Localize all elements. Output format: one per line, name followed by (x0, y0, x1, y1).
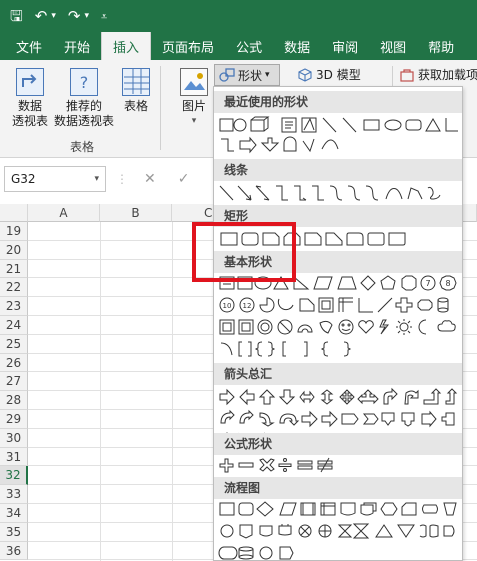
svg-text:8: 8 (445, 279, 450, 288)
shapes-icon (219, 68, 235, 82)
svg-text:10: 10 (223, 302, 232, 310)
3d-model-icon (298, 67, 312, 82)
ribbon-tabs: 文件 开始 插入 页面布局 公式 数据 审阅 视图 帮助 (0, 32, 477, 60)
ribbon-separator (160, 66, 161, 150)
store-icon (400, 68, 414, 82)
get-addins-button[interactable]: 获取加载项 (400, 66, 477, 83)
svg-text:?: ? (79, 73, 88, 92)
chevron-down-icon[interactable]: ▾ (94, 174, 99, 184)
grid-line (100, 222, 101, 561)
svg-text:12: 12 (243, 302, 252, 310)
tab-insert[interactable]: 插入 (101, 32, 152, 60)
select-all-corner[interactable] (0, 204, 28, 222)
recent-shapes-row[interactable] (218, 115, 460, 135)
column-header-b[interactable]: B (100, 204, 172, 222)
row-header-26[interactable]: 26 (0, 353, 28, 373)
category-lines: 线条 (214, 159, 462, 181)
tab-formulas[interactable]: 公式 (225, 32, 273, 60)
row-header-33[interactable]: 33 (0, 485, 28, 504)
column-header-a[interactable]: A (28, 204, 100, 222)
row-header-28[interactable]: 28 (0, 391, 28, 410)
tab-home[interactable]: 开始 (53, 32, 101, 60)
category-flowchart: 流程图 (214, 477, 462, 499)
undo-icon[interactable]: ↶ (35, 8, 48, 24)
pivot-table-icon (16, 68, 44, 96)
tables-group-label: 表格 (70, 140, 95, 154)
get-addins-label: 获取加载项 (418, 68, 477, 82)
pivot-table-label: 数据 透视表 (11, 99, 48, 128)
row-header-27[interactable]: 27 (0, 372, 28, 392)
name-box[interactable]: G32 ▾ (4, 166, 106, 192)
row-header-21[interactable]: 21 (0, 259, 28, 279)
row-header-22[interactable]: 22 (0, 278, 28, 298)
category-block-arrows: 箭头总汇 (214, 363, 462, 385)
redo-dropdown-icon[interactable]: ▾ (84, 11, 89, 21)
tab-file[interactable]: 文件 (0, 32, 53, 60)
recommended-pivot-button[interactable]: ? 推荐的 数据透视表 (52, 68, 116, 129)
category-recent-shapes: 最近使用的形状 (214, 91, 462, 113)
shapes-dropdown-icon: ▾ (265, 70, 270, 80)
table-label: 表格 (123, 99, 148, 113)
block-arrows-row-1[interactable] (218, 387, 460, 407)
row-header-36[interactable]: 36 (0, 541, 28, 561)
basic-shapes-row-2[interactable]: 10 12 (218, 295, 460, 315)
flowchart-row-1[interactable] (218, 499, 460, 519)
save-icon[interactable]: 🖫 (10, 8, 23, 24)
grid-line (172, 222, 173, 561)
block-arrows-row-2[interactable] (218, 409, 460, 429)
recent-shapes-row-2[interactable] (218, 135, 460, 155)
customize-qat-icon[interactable]: ⩡ (101, 11, 107, 22)
category-equation-shapes: 公式形状 (214, 433, 462, 455)
3d-model-button[interactable]: 3D 模型 (298, 66, 361, 83)
basic-shapes-row-3[interactable] (218, 317, 460, 337)
pictures-button[interactable]: 图片 ▾ (176, 68, 212, 129)
undo-dropdown-icon[interactable]: ▾ (51, 11, 56, 21)
svg-text:7: 7 (425, 279, 430, 288)
shapes-dropdown: 最近使用的形状 线条 矩形 基本形状 7 8 10 12 箭头总汇 公式形状 流… (213, 86, 463, 561)
row-header-35[interactable]: 35 (0, 522, 28, 542)
row-header-20[interactable]: 20 (0, 240, 28, 260)
highlight-box (192, 222, 296, 282)
flowchart-row-2[interactable] (218, 521, 460, 541)
name-box-value: G32 (11, 172, 36, 186)
row-header-30[interactable]: 30 (0, 428, 28, 448)
pictures-dropdown-icon: ▾ (191, 116, 197, 126)
tab-help[interactable]: 帮助 (417, 32, 465, 60)
quick-access-toolbar: 🖫 ↶ ▾ ↷ ▾ ⩡ (0, 0, 477, 32)
row-header-24[interactable]: 24 (0, 316, 28, 335)
row-header-29[interactable]: 29 (0, 410, 28, 429)
enter-icon[interactable]: ✓ (178, 171, 190, 187)
picture-icon (180, 68, 208, 96)
flowchart-row-3[interactable] (218, 543, 460, 560)
3d-model-label: 3D 模型 (316, 68, 361, 82)
shapes-button[interactable]: 形状 ▾ (214, 64, 280, 86)
tab-view[interactable]: 视图 (369, 32, 417, 60)
pictures-label: 图片 (181, 99, 206, 113)
formula-actions: ✕ ✓ (120, 166, 220, 192)
row-header-19[interactable]: 19 (0, 222, 28, 241)
shapes-label: 形状 (238, 68, 263, 83)
recommended-pivot-label: 推荐的 数据透视表 (53, 99, 114, 128)
row-header-25[interactable]: 25 (0, 334, 28, 354)
cancel-icon[interactable]: ✕ (144, 171, 156, 187)
lines-row[interactable] (218, 183, 460, 203)
redo-icon[interactable]: ↷ (68, 8, 81, 24)
tab-page-layout[interactable]: 页面布局 (151, 32, 225, 60)
basic-shapes-row-4[interactable] (218, 339, 460, 359)
table-icon (122, 68, 150, 96)
recommended-pivot-icon: ? (70, 68, 98, 96)
row-header-32[interactable]: 32 (0, 466, 28, 486)
equation-shapes-row[interactable] (218, 455, 460, 475)
row-header-31[interactable]: 31 (0, 447, 28, 467)
row-header-34[interactable]: 34 (0, 504, 28, 523)
tab-review[interactable]: 审阅 (321, 32, 369, 60)
tab-data[interactable]: 数据 (273, 32, 321, 60)
pivot-table-button[interactable]: 数据 透视表 (8, 68, 52, 129)
row-header-23[interactable]: 23 (0, 297, 28, 316)
table-button[interactable]: 表格 (120, 68, 152, 114)
